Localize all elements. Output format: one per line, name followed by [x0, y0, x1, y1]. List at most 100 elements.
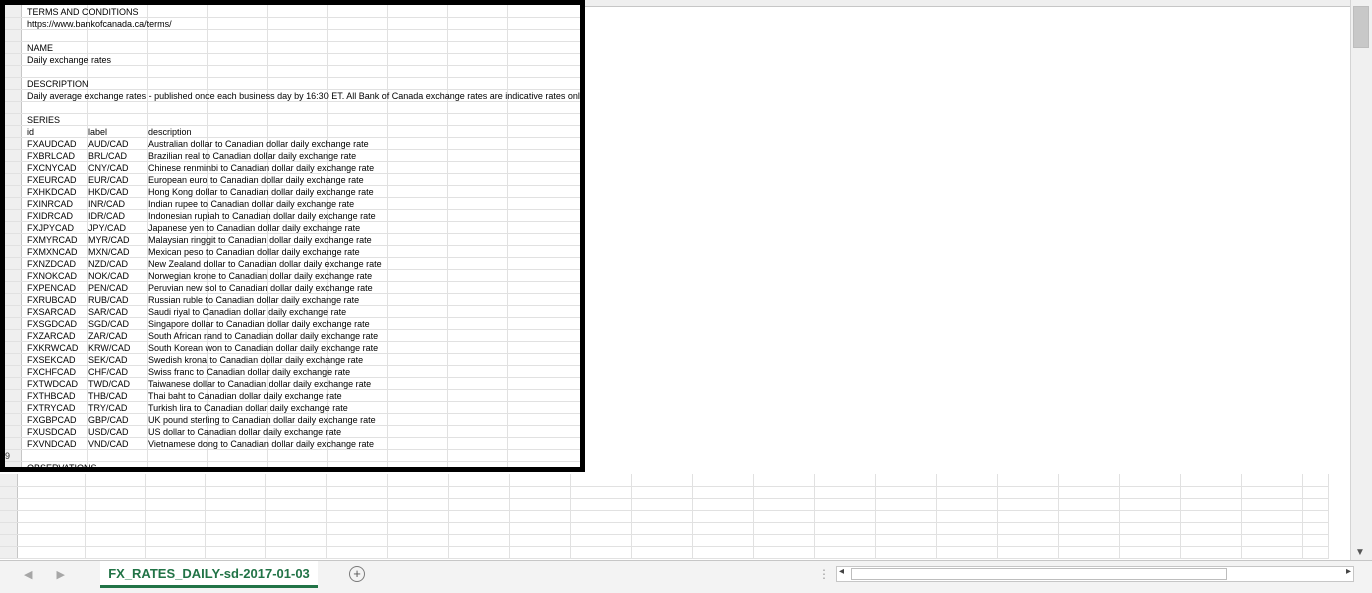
table-cell[interactable] — [387, 546, 449, 559]
row-number[interactable] — [0, 498, 18, 511]
column-header-cell[interactable] — [85, 474, 146, 487]
column-header-cell[interactable] — [509, 474, 571, 487]
table-cell[interactable] — [753, 534, 815, 547]
scroll-down-arrow-icon[interactable]: ▼ — [1355, 547, 1365, 558]
column-header-cell[interactable] — [570, 474, 632, 487]
table-cell[interactable] — [875, 510, 937, 523]
table-cell[interactable] — [448, 534, 510, 547]
table-cell[interactable] — [145, 534, 206, 547]
table-cell[interactable] — [1119, 486, 1181, 499]
column-header-cell[interactable] — [631, 474, 693, 487]
table-cell[interactable] — [936, 498, 998, 511]
table-cell[interactable] — [997, 522, 1059, 535]
table-cell[interactable] — [265, 498, 327, 511]
table-cell[interactable] — [326, 498, 388, 511]
table-cell[interactable] — [205, 486, 266, 499]
table-cell[interactable] — [1119, 498, 1181, 511]
table-cell[interactable] — [1302, 510, 1329, 523]
prev-sheet-icon[interactable]: ◀ — [24, 569, 56, 581]
table-cell[interactable] — [570, 486, 632, 499]
table-cell[interactable] — [692, 534, 754, 547]
table-cell[interactable] — [1302, 498, 1329, 511]
table-cell[interactable] — [631, 486, 693, 499]
column-header-cell[interactable] — [265, 474, 327, 487]
table-cell[interactable] — [814, 546, 876, 559]
table-cell[interactable] — [17, 486, 86, 499]
table-cell[interactable] — [17, 498, 86, 511]
table-cell[interactable] — [936, 534, 998, 547]
table-cell[interactable] — [265, 534, 327, 547]
table-cell[interactable] — [631, 522, 693, 535]
column-header-cell[interactable] — [1302, 474, 1329, 487]
table-cell[interactable] — [205, 546, 266, 559]
table-cell[interactable] — [205, 498, 266, 511]
table-cell[interactable] — [1119, 522, 1181, 535]
horizontal-scrollbar[interactable]: ◂ ▸ — [836, 566, 1354, 582]
table-cell[interactable] — [265, 522, 327, 535]
scroll-left-arrow-icon[interactable]: ◂ — [839, 566, 844, 577]
table-cell[interactable] — [1180, 522, 1242, 535]
table-cell[interactable] — [1241, 498, 1303, 511]
row-number[interactable] — [0, 486, 18, 499]
column-header-cell[interactable] — [936, 474, 998, 487]
table-cell[interactable] — [509, 522, 571, 535]
table-cell[interactable] — [1058, 522, 1120, 535]
table-cell[interactable] — [753, 510, 815, 523]
table-cell[interactable] — [631, 498, 693, 511]
row-number[interactable] — [0, 474, 18, 487]
table-cell[interactable] — [448, 486, 510, 499]
table-cell[interactable] — [570, 498, 632, 511]
table-cell[interactable] — [85, 522, 146, 535]
table-cell[interactable] — [1058, 510, 1120, 523]
table-cell[interactable] — [814, 486, 876, 499]
table-cell[interactable] — [753, 522, 815, 535]
table-cell[interactable] — [753, 486, 815, 499]
column-header-cell[interactable] — [145, 474, 206, 487]
table-cell[interactable] — [448, 498, 510, 511]
column-header-cell[interactable] — [753, 474, 815, 487]
horizontal-scroll-thumb[interactable] — [851, 568, 1227, 580]
table-cell[interactable] — [85, 510, 146, 523]
add-sheet-icon[interactable]: + — [349, 566, 365, 582]
table-cell[interactable] — [387, 498, 449, 511]
table-cell[interactable] — [1058, 546, 1120, 559]
sheet-nav-arrows[interactable]: ◀▶ — [24, 568, 89, 581]
table-cell[interactable] — [1241, 546, 1303, 559]
table-cell[interactable] — [875, 486, 937, 499]
table-cell[interactable] — [448, 546, 510, 559]
table-cell[interactable] — [85, 486, 146, 499]
table-cell[interactable] — [1058, 486, 1120, 499]
table-cell[interactable] — [1058, 498, 1120, 511]
table-cell[interactable] — [1119, 534, 1181, 547]
table-cell[interactable] — [936, 486, 998, 499]
vertical-scrollbar[interactable]: ▼ — [1350, 0, 1372, 560]
table-cell[interactable] — [387, 486, 449, 499]
table-cell[interactable] — [997, 546, 1059, 559]
table-cell[interactable] — [1302, 486, 1329, 499]
table-cell[interactable] — [692, 522, 754, 535]
table-cell[interactable] — [326, 486, 388, 499]
table-cell[interactable] — [1241, 534, 1303, 547]
table-cell[interactable] — [814, 498, 876, 511]
table-cell[interactable] — [448, 510, 510, 523]
vertical-scroll-thumb[interactable] — [1353, 6, 1369, 48]
table-cell[interactable] — [205, 534, 266, 547]
table-cell[interactable] — [205, 522, 266, 535]
table-cell[interactable] — [509, 546, 571, 559]
table-cell[interactable] — [1180, 534, 1242, 547]
row-number[interactable] — [0, 546, 18, 559]
column-header-cell[interactable] — [326, 474, 388, 487]
table-cell[interactable] — [814, 534, 876, 547]
table-cell[interactable] — [936, 546, 998, 559]
table-cell[interactable] — [875, 498, 937, 511]
table-cell[interactable] — [1302, 534, 1329, 547]
table-cell[interactable] — [145, 522, 206, 535]
table-cell[interactable] — [631, 510, 693, 523]
sheet-tab-active[interactable]: FX_RATES_DAILY-sd-2017-01-03 — [100, 561, 318, 588]
table-cell[interactable] — [509, 510, 571, 523]
table-cell[interactable] — [875, 534, 937, 547]
tab-split-handle-icon[interactable]: ⋮ — [818, 567, 830, 581]
table-cell[interactable] — [631, 534, 693, 547]
table-cell[interactable] — [692, 510, 754, 523]
table-cell[interactable] — [265, 486, 327, 499]
